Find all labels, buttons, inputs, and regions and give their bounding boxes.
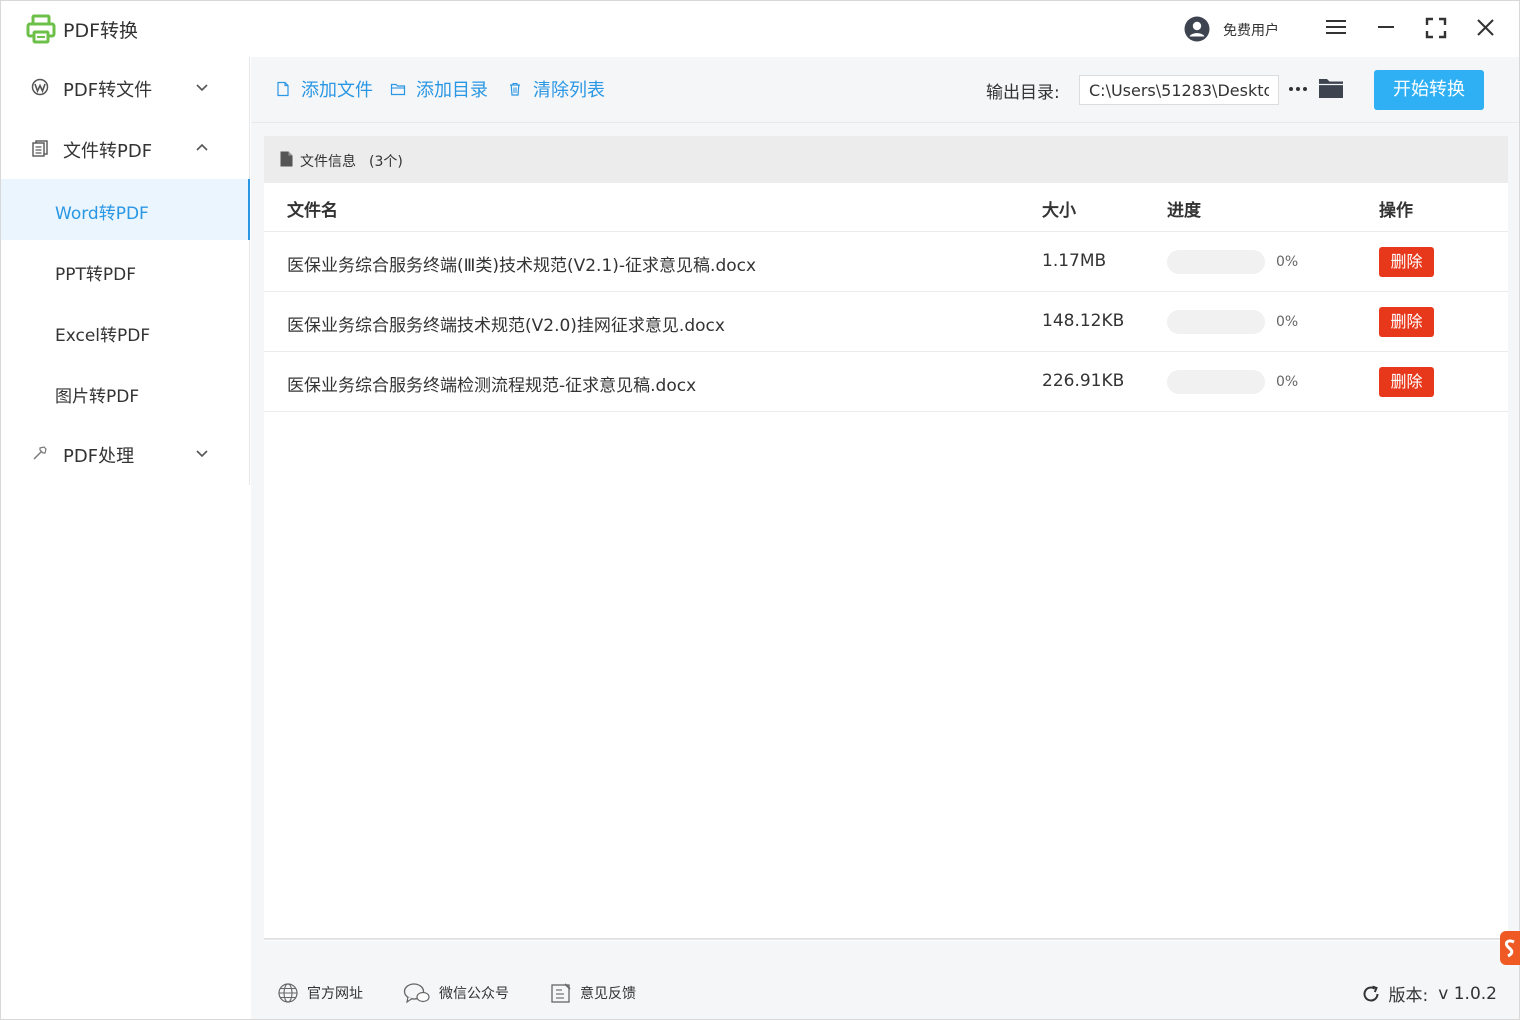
panel-title: 文件信息 xyxy=(300,154,356,170)
table-row: 医保业务综合服务终端检测流程规范-征求意见稿.docx 226.91KB 0% … xyxy=(264,352,1508,412)
progress-text: 0% xyxy=(1276,254,1299,270)
user-label[interactable]: 免费用户 xyxy=(1223,20,1279,40)
app-window: PDF转换 免费用户 PDF转文件 文件转PDF Word转PDF PPT转PD… xyxy=(0,0,1520,1020)
column-header-action: 操作 xyxy=(1379,201,1413,221)
sidebar-item-word-to-pdf[interactable]: Word转PDF xyxy=(1,179,250,240)
output-dir-input[interactable] xyxy=(1079,75,1279,105)
divider xyxy=(264,938,1508,940)
toolbar: 添加文件 添加目录 清除列表 输出目录: C:\Users\51283\Desk… xyxy=(251,57,1519,123)
sidebar-item-ppt-to-pdf[interactable]: PPT转PDF xyxy=(1,240,250,301)
table-row: 医保业务综合服务终端技术规范(V2.0)挂网征求意见.docx 148.12KB… xyxy=(264,292,1508,352)
minimize-icon[interactable] xyxy=(1373,15,1399,41)
sidebar: PDF转文件 文件转PDF Word转PDF PPT转PDF Excel转PDF… xyxy=(1,57,250,485)
feedback-link[interactable]: 意见反馈 xyxy=(550,981,636,1005)
progress-bar xyxy=(1167,370,1265,394)
app-title: PDF转换 xyxy=(63,20,139,42)
footer: 官方网址 微信公众号 意见反馈 版本: v 1.0.2 xyxy=(251,963,1519,1019)
sidebar-item-excel-to-pdf[interactable]: Excel转PDF xyxy=(1,301,250,362)
output-dir-label: 输出目录: xyxy=(986,83,1060,103)
sidebar-item-label: Word转PDF xyxy=(55,204,149,224)
trash-icon xyxy=(510,82,520,96)
add-folder-button[interactable]: 添加目录 xyxy=(390,77,488,101)
progress-text: 0% xyxy=(1276,314,1299,330)
file-name: 医保业务综合服务终端检测流程规范-征求意见稿.docx xyxy=(287,376,697,396)
delete-button[interactable]: 删除 xyxy=(1379,307,1434,337)
clear-list-button[interactable]: 清除列表 xyxy=(507,77,605,101)
more-options-icon[interactable] xyxy=(1287,79,1309,99)
version-info[interactable]: 版本: v 1.0.2 xyxy=(1361,981,1497,1006)
sidebar-group-pdf-to-file[interactable]: PDF转文件 xyxy=(1,57,250,118)
file-size: 1.17MB xyxy=(1042,251,1107,271)
user-avatar-icon[interactable] xyxy=(1184,16,1210,42)
folder-icon xyxy=(390,83,406,96)
website-link[interactable]: 官方网址 xyxy=(277,981,363,1005)
column-header-progress: 进度 xyxy=(1167,201,1201,221)
wechat-link[interactable]: 微信公众号 xyxy=(403,981,509,1005)
sidebar-group-pdf-process[interactable]: PDF处理 xyxy=(1,423,250,484)
printer-logo-icon xyxy=(26,14,56,44)
delete-button[interactable]: 删除 xyxy=(1379,247,1434,277)
progress-bar xyxy=(1167,310,1265,334)
website-label: 官方网址 xyxy=(307,986,363,1002)
file-icon xyxy=(277,81,289,97)
file-list-panel: 文件信息 (3个) 文件名 大小 进度 操作 医保业务综合服务终端(Ⅲ类)技术规… xyxy=(264,136,1508,941)
version-value: v 1.0.2 xyxy=(1438,983,1497,1004)
start-convert-button[interactable]: 开始转换 xyxy=(1374,70,1484,110)
file-size: 226.91KB xyxy=(1042,371,1125,391)
refresh-icon xyxy=(1363,985,1379,1001)
file-size: 148.12KB xyxy=(1042,311,1125,331)
chevron-down-icon xyxy=(196,450,208,458)
sidebar-group-file-to-pdf[interactable]: 文件转PDF xyxy=(1,118,250,179)
maximize-icon[interactable] xyxy=(1423,15,1449,41)
file-name: 医保业务综合服务终端(Ⅲ类)技术规范(V2.1)-征求意见稿.docx xyxy=(287,256,757,276)
add-file-button[interactable]: 添加文件 xyxy=(275,77,373,101)
sidebar-item-image-to-pdf[interactable]: 图片转PDF xyxy=(1,362,250,423)
document-stack-icon xyxy=(32,140,48,157)
column-header-size: 大小 xyxy=(1042,201,1076,221)
title-bar: PDF转换 免费用户 xyxy=(1,1,1519,57)
menu-icon[interactable] xyxy=(1323,15,1349,41)
version-label: 版本: xyxy=(1388,986,1429,1006)
sidebar-item-label: PPT转PDF xyxy=(55,265,137,285)
globe-icon xyxy=(278,983,298,1003)
sidebar-group-label: PDF转文件 xyxy=(63,80,153,101)
wordpress-icon xyxy=(31,78,49,96)
chevron-up-icon xyxy=(196,143,208,151)
feedback-label: 意见反馈 xyxy=(580,986,636,1002)
sidebar-item-label: Excel转PDF xyxy=(55,326,151,346)
add-file-label: 添加文件 xyxy=(301,80,373,101)
file-name: 医保业务综合服务终端技术规范(V2.0)挂网征求意见.docx xyxy=(287,316,725,336)
progress-bar xyxy=(1167,250,1265,274)
wechat-label: 微信公众号 xyxy=(439,986,509,1002)
progress-text: 0% xyxy=(1276,374,1299,390)
file-filled-icon xyxy=(280,151,293,167)
hammer-icon xyxy=(33,446,47,460)
main-area: 添加文件 添加目录 清除列表 输出目录: C:\Users\51283\Desk… xyxy=(251,57,1519,1019)
wechat-icon xyxy=(403,983,430,1004)
edit-note-icon xyxy=(551,983,571,1003)
panel-header: 文件信息 (3个) xyxy=(264,136,1508,183)
sidebar-group-label: PDF处理 xyxy=(63,446,135,467)
add-folder-label: 添加目录 xyxy=(416,80,488,101)
column-header-name: 文件名 xyxy=(287,201,338,221)
file-count: (3个) xyxy=(369,154,403,170)
clear-list-label: 清除列表 xyxy=(533,80,605,101)
sidebar-item-label: 图片转PDF xyxy=(55,387,140,407)
floating-s-logo-icon xyxy=(1500,931,1520,965)
chevron-down-icon xyxy=(196,84,208,92)
open-folder-icon[interactable] xyxy=(1317,75,1345,101)
sidebar-group-label: 文件转PDF xyxy=(63,141,153,162)
delete-button[interactable]: 删除 xyxy=(1379,367,1434,397)
close-icon[interactable] xyxy=(1473,15,1499,41)
table-row: 医保业务综合服务终端(Ⅲ类)技术规范(V2.1)-征求意见稿.docx 1.17… xyxy=(264,232,1508,292)
